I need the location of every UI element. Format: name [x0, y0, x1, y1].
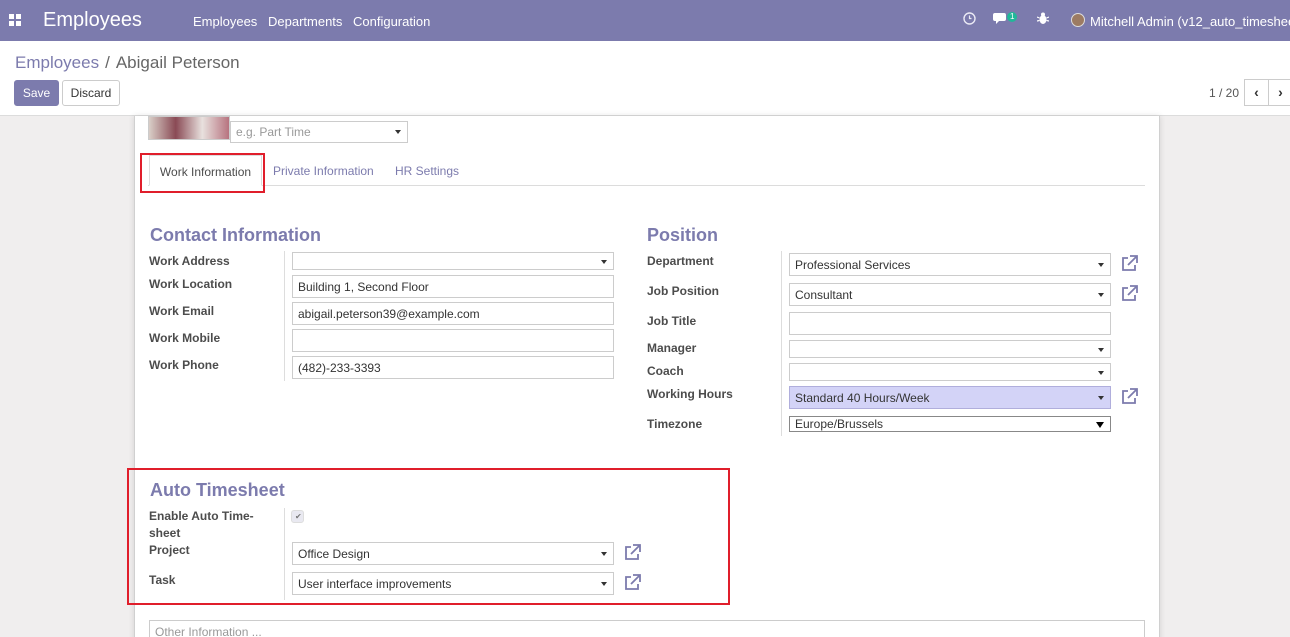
- control-panel: Employees / Abigail Peterson Save Discard …: [0, 41, 1290, 116]
- chevron-down-icon: [395, 130, 401, 134]
- chevron-down-icon: [1098, 371, 1104, 375]
- department-value: Professional Services: [795, 258, 911, 272]
- timezone-select[interactable]: Europe/Brussels: [789, 416, 1111, 432]
- work-phone-label: Work Phone: [149, 358, 219, 372]
- external-link-icon[interactable]: [624, 574, 641, 591]
- project-label: Project: [149, 543, 190, 557]
- tabs-divider: [148, 185, 1145, 186]
- employee-photo[interactable]: [148, 116, 230, 140]
- position-label-divider: [781, 251, 782, 436]
- department-select[interactable]: Professional Services: [789, 253, 1111, 276]
- enable-auto-timesheet-checkbox[interactable]: ✔: [291, 510, 304, 523]
- contact-label-divider: [284, 251, 285, 381]
- other-information-placeholder: Other Information ...: [155, 625, 262, 637]
- chevron-down-icon: [1098, 396, 1104, 400]
- menu-configuration[interactable]: Configuration: [353, 14, 430, 29]
- task-label: Task: [149, 573, 176, 587]
- task-value: User interface improvements: [298, 577, 452, 591]
- user-name-label: Mitchell Admin (v12_auto_timesheet): [1090, 14, 1290, 29]
- auto-timesheet-label-divider: [284, 508, 285, 600]
- menu-departments[interactable]: Departments: [268, 14, 342, 29]
- chevron-down-icon: [1098, 293, 1104, 297]
- pager-previous-button[interactable]: ‹: [1244, 79, 1269, 106]
- save-button[interactable]: Save: [14, 80, 59, 106]
- project-select[interactable]: Office Design: [292, 542, 614, 565]
- work-mobile-input[interactable]: [292, 329, 614, 352]
- chevron-down-icon: [1096, 422, 1104, 428]
- chevron-down-icon: [601, 582, 607, 586]
- breadcrumb-employees-link[interactable]: Employees: [15, 53, 99, 72]
- manager-label: Manager: [647, 341, 697, 355]
- chevron-down-icon: [1098, 348, 1104, 352]
- chevron-down-icon: [601, 260, 607, 264]
- work-mobile-label: Work Mobile: [149, 331, 221, 345]
- other-information-textarea[interactable]: Other Information ...: [149, 620, 1145, 637]
- enable-auto-timesheet-label-line1: Enable Auto Time-: [149, 509, 254, 523]
- job-title-label: Job Title: [647, 314, 697, 328]
- external-link-icon[interactable]: [1121, 285, 1138, 302]
- work-email-label: Work Email: [149, 304, 215, 318]
- coach-label: Coach: [647, 364, 684, 378]
- menu-employees[interactable]: Employees: [193, 14, 257, 29]
- project-value: Office Design: [298, 547, 370, 561]
- breadcrumb: Employees / Abigail Peterson: [15, 53, 240, 73]
- work-address-select[interactable]: [292, 252, 614, 270]
- auto-timesheet-title: Auto Timesheet: [150, 480, 285, 500]
- clock-icon[interactable]: [963, 12, 976, 28]
- discard-button[interactable]: Discard: [62, 80, 120, 106]
- position-section-title: Position: [647, 225, 718, 245]
- chevron-left-icon: ‹: [1254, 84, 1259, 100]
- external-link-icon[interactable]: [1121, 388, 1138, 405]
- tab-work-information[interactable]: Work Information: [149, 155, 262, 186]
- external-link-icon[interactable]: [1121, 255, 1138, 272]
- bug-icon[interactable]: [1036, 12, 1050, 28]
- work-email-input[interactable]: abigail.peterson39@example.com: [292, 302, 614, 325]
- chat-icon[interactable]: [993, 12, 1008, 28]
- enable-auto-timesheet-label-line2: sheet: [149, 526, 181, 540]
- tags-placeholder: e.g. Part Time: [236, 125, 311, 139]
- job-position-label: Job Position: [647, 284, 719, 298]
- manager-select[interactable]: [789, 340, 1111, 358]
- coach-select[interactable]: [789, 363, 1111, 381]
- job-title-input[interactable]: [789, 312, 1111, 335]
- top-navbar: Employees Employees Departments Configur…: [0, 0, 1290, 41]
- work-location-label: Work Location: [149, 277, 233, 291]
- app-title: Employees: [43, 9, 142, 31]
- user-menu[interactable]: Mitchell Admin (v12_auto_timesheet) ▾: [1090, 14, 1290, 30]
- pager-value[interactable]: 1 / 20: [1209, 86, 1239, 100]
- working-hours-label: Working Hours: [647, 387, 733, 401]
- pager-next-button[interactable]: ›: [1268, 79, 1290, 106]
- working-hours-select[interactable]: Standard 40 Hours/Week: [789, 386, 1111, 409]
- chevron-down-icon: [601, 552, 607, 556]
- tab-hr-settings[interactable]: HR Settings: [395, 164, 459, 178]
- breadcrumb-current: Abigail Peterson: [115, 53, 240, 72]
- job-position-value: Consultant: [795, 288, 853, 302]
- contact-section-title: Contact Information: [150, 225, 321, 245]
- chevron-right-icon: ›: [1278, 84, 1283, 100]
- timezone-label: Timezone: [647, 417, 703, 431]
- enable-auto-timesheet-label: Enable Auto Time- sheet: [149, 508, 254, 542]
- work-phone-input[interactable]: (482)-233-3393: [292, 356, 614, 379]
- tab-private-information[interactable]: Private Information: [273, 164, 374, 178]
- apps-grid-icon[interactable]: [9, 14, 21, 26]
- work-address-label: Work Address: [149, 254, 230, 268]
- department-label: Department: [647, 254, 714, 268]
- user-avatar[interactable]: [1071, 13, 1085, 27]
- timezone-value: Europe/Brussels: [795, 417, 884, 431]
- task-select[interactable]: User interface improvements: [292, 572, 614, 595]
- external-link-icon[interactable]: [624, 544, 641, 561]
- chat-count-badge: 1: [1007, 12, 1018, 22]
- breadcrumb-separator: /: [105, 53, 110, 72]
- work-location-input[interactable]: Building 1, Second Floor: [292, 275, 614, 298]
- job-position-select[interactable]: Consultant: [789, 283, 1111, 306]
- tags-select[interactable]: e.g. Part Time: [230, 121, 408, 143]
- checkmark-icon: ✔: [295, 512, 302, 521]
- working-hours-value: Standard 40 Hours/Week: [795, 391, 930, 405]
- chevron-down-icon: [1098, 263, 1104, 267]
